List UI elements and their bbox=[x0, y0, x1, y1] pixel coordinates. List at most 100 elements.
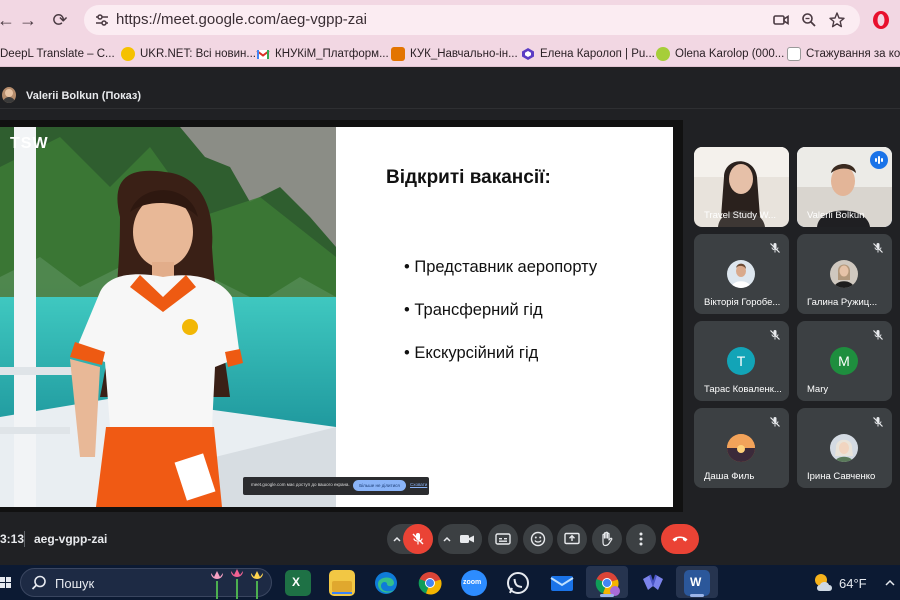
bookmark-star-icon[interactable] bbox=[828, 11, 846, 29]
participant-name: Вікторія Горобе... bbox=[704, 297, 781, 308]
bookmark-orcid[interactable]: Olena Karolop (000... bbox=[656, 44, 784, 63]
avatar-letter: M bbox=[838, 353, 850, 369]
vacancy-item: • Екскурсійний гід bbox=[404, 344, 539, 362]
participant-tile[interactable]: Ірина Савченко bbox=[797, 408, 892, 488]
mic-options-chevron-icon[interactable] bbox=[391, 533, 403, 545]
header-divider bbox=[0, 108, 900, 109]
mic-off-icon bbox=[873, 417, 883, 427]
hand-icon bbox=[602, 531, 613, 547]
bookmark-kuk[interactable]: КУК_Навчально-ін... bbox=[391, 44, 518, 63]
mail-icon[interactable] bbox=[549, 570, 575, 596]
captions-icon bbox=[495, 533, 511, 545]
camera-in-use-icon[interactable] bbox=[772, 11, 790, 29]
whatsapp-icon[interactable] bbox=[505, 570, 531, 596]
time-divider bbox=[24, 531, 25, 547]
excel-icon[interactable]: X bbox=[285, 570, 311, 596]
active-app-indicator bbox=[600, 594, 614, 597]
mic-off-icon bbox=[412, 533, 424, 545]
browser-toolbar: ← → ⟳ https://meet.google.com/aeg-vgpp-z… bbox=[0, 0, 900, 40]
participant-avatar bbox=[830, 434, 858, 462]
participant-name: Travel Study W... bbox=[704, 210, 776, 221]
tulips-icon bbox=[211, 569, 263, 599]
hide-notice-link[interactable]: Сховати bbox=[410, 482, 427, 487]
leave-call-button[interactable] bbox=[661, 524, 699, 554]
participant-tile[interactable]: Галина Ружиц... bbox=[797, 234, 892, 314]
windows-start-icon[interactable] bbox=[0, 576, 12, 590]
participant-name: Valerii Bolkun bbox=[807, 210, 865, 221]
weather-temperature[interactable]: 64°F bbox=[839, 576, 867, 591]
participant-tile[interactable]: Travel Study W... bbox=[694, 147, 789, 227]
opera-extension-icon[interactable] bbox=[870, 9, 892, 31]
word-icon[interactable]: W bbox=[684, 570, 710, 596]
participant-tile[interactable]: Т Тарас Коваленк... bbox=[694, 321, 789, 401]
vacancy-item: • Трансферний гід bbox=[404, 301, 543, 319]
edge-icon[interactable] bbox=[373, 570, 399, 596]
meeting-code: aeg-vgpp-zai bbox=[34, 532, 108, 546]
gmail-icon bbox=[256, 49, 270, 59]
orcid-icon bbox=[656, 46, 670, 61]
bookmark-deepl[interactable]: DeepL Translate – C... bbox=[0, 44, 115, 63]
participant-tile[interactable]: Valerii Bolkun bbox=[797, 147, 892, 227]
participant-avatar bbox=[830, 260, 858, 288]
kuk-icon bbox=[391, 46, 405, 61]
participant-avatar bbox=[727, 434, 755, 462]
file-explorer-icon[interactable] bbox=[329, 570, 355, 596]
bookmark-knukim-label: КНУКіМ_Платформ... bbox=[275, 47, 389, 60]
chrome-profile-icon[interactable] bbox=[594, 570, 620, 596]
zoom-icon[interactable] bbox=[800, 11, 818, 29]
participant-tile[interactable]: Даша Филь bbox=[694, 408, 789, 488]
mic-off-icon bbox=[770, 417, 780, 427]
camera-button[interactable] bbox=[452, 524, 482, 554]
end-call-icon bbox=[672, 536, 688, 542]
raise-hand-button[interactable] bbox=[592, 524, 622, 554]
more-options-button[interactable] bbox=[626, 524, 656, 554]
presentation-slide: TSW Відкриті вакансії: • Представник аер… bbox=[0, 127, 673, 507]
participant-tile[interactable]: M Mary bbox=[797, 321, 892, 401]
participant-name: Mary bbox=[807, 384, 829, 395]
present-screen-button[interactable] bbox=[557, 524, 587, 554]
avatar-letter: Т bbox=[736, 353, 746, 369]
reactions-button[interactable] bbox=[523, 524, 553, 554]
bookmark-publons[interactable]: Елена Каролоп | Pu... bbox=[521, 44, 655, 63]
zoom-app-icon[interactable]: zoom bbox=[461, 570, 487, 596]
chrome-icon[interactable] bbox=[417, 570, 443, 596]
mic-off-icon bbox=[770, 330, 780, 340]
rkr-icon bbox=[787, 46, 801, 61]
mic-off-icon bbox=[770, 243, 780, 253]
search-icon bbox=[31, 575, 46, 590]
participant-tile[interactable]: Вікторія Горобе... bbox=[694, 234, 789, 314]
tsw-logo: TSW bbox=[10, 135, 49, 152]
active-app-indicator bbox=[690, 594, 704, 597]
bookmark-ukrnet[interactable]: UKR.NET: Всі новин... bbox=[121, 44, 256, 63]
microphone-button[interactable] bbox=[403, 524, 433, 554]
site-settings-icon[interactable] bbox=[94, 12, 110, 28]
participant-name: Галина Ружиц... bbox=[807, 297, 878, 308]
more-vert-icon bbox=[639, 532, 643, 546]
address-bar[interactable]: https://meet.google.com/aeg-vgpp-zai bbox=[84, 5, 860, 35]
guide-photo bbox=[0, 127, 336, 507]
bookmark-ukrnet-label: UKR.NET: Всі новин... bbox=[140, 47, 256, 60]
weather-partly-cloudy-icon[interactable] bbox=[812, 571, 836, 593]
bookmark-internship-label: Стажування за кор... bbox=[806, 47, 900, 60]
meeting-time: 3:13 bbox=[0, 532, 25, 546]
participant-avatar: M bbox=[830, 347, 858, 375]
bookmark-orcid-label: Olena Karolop (000... bbox=[675, 47, 785, 60]
slide-title: Відкриті вакансії: bbox=[386, 167, 551, 188]
screen: ← → ⟳ https://meet.google.com/aeg-vgpp-z… bbox=[0, 0, 900, 600]
bookmark-deepl-label: DeepL Translate – C... bbox=[0, 47, 115, 60]
emoji-icon bbox=[530, 531, 546, 547]
url-text[interactable]: https://meet.google.com/aeg-vgpp-zai bbox=[116, 11, 367, 28]
reload-icon[interactable]: ⟳ bbox=[48, 8, 72, 32]
stop-sharing-button[interactable]: Більше не ділитися bbox=[353, 480, 406, 491]
forward-icon[interactable]: → bbox=[16, 8, 40, 32]
clarivate-icon bbox=[522, 47, 534, 60]
presenter-label: Valerii Bolkun (Показ) bbox=[26, 90, 141, 102]
ukrnet-icon bbox=[121, 46, 135, 61]
system-tray-chevron-icon[interactable] bbox=[884, 577, 896, 589]
share-notice-text: meet.google.com має доступ до вашого екр… bbox=[251, 482, 350, 487]
bookmark-internship[interactable]: Стажування за кор... bbox=[787, 44, 900, 63]
bookmark-knukim[interactable]: КНУКіМ_Платформ... bbox=[256, 44, 389, 63]
teams-icon[interactable] bbox=[640, 570, 666, 596]
captions-button[interactable] bbox=[488, 524, 518, 554]
mic-off-icon bbox=[873, 243, 883, 253]
